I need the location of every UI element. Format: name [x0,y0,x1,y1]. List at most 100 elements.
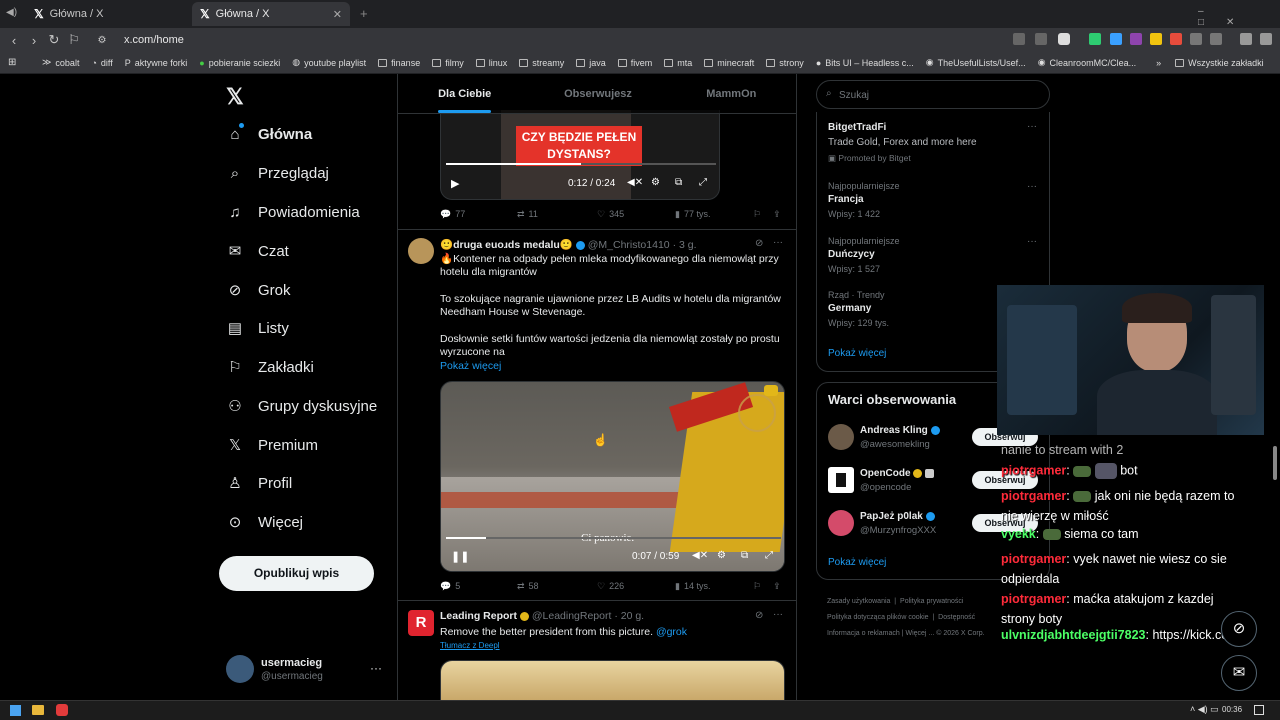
grok-icon[interactable]: ⊘ [755,610,763,621]
bookmark-page-icon[interactable]: ⚐ [64,32,84,48]
reply-button[interactable]: 💬 5 [440,581,517,592]
browser-tab-1[interactable]: 𝕏 Główna / X [26,2,190,26]
pip-icon[interactable]: ⧉ [741,550,748,561]
account-name[interactable]: PapJeż p0lak [860,511,935,522]
like-button[interactable]: ♡ 345 [597,209,675,220]
x-logo-icon[interactable]: 𝕏 [226,84,244,110]
bookmark-item[interactable]: ◔ diff [91,58,112,68]
sidebar-item-home[interactable]: ⌂ Główna [226,125,312,143]
footer-link[interactable]: Zasady użytkowania [827,598,890,605]
apps-grid-icon[interactable]: ⊞ [8,57,22,68]
translate-link[interactable]: Tłumacz z Deepl [440,641,500,650]
avatar[interactable] [408,238,434,264]
media-icon[interactable] [1240,33,1252,45]
post-image[interactable] [440,660,785,700]
pip-icon[interactable]: ⧉ [675,177,682,188]
author-handle[interactable]: @M_Christo1410 [588,239,670,251]
settings-icon[interactable]: ⚙ [651,177,660,188]
bookmark-folder[interactable]: fivem [617,58,652,68]
settings-icon[interactable]: ⚙ [717,550,726,561]
tab-for-you[interactable]: Dla Ciebie [398,74,531,113]
play-icon[interactable]: ▶ [451,177,459,190]
bookmark-folder[interactable]: minecraft [704,58,754,68]
account-name[interactable]: Andreas Kling [860,425,940,436]
footer-link[interactable]: Polityka dotycząca plików cookie [827,614,929,621]
all-bookmarks[interactable]: Wszystkie zakładki [1175,58,1264,68]
bookmark-item[interactable]: Paktywne forki [125,58,188,68]
sidebar-item-explore[interactable]: ⌕ Przeglądaj [226,164,329,182]
show-more-link[interactable]: Pokaż więcej [828,348,886,359]
extension-icon[interactable] [1110,33,1122,45]
mail-icon[interactable]: ✉ [1221,655,1257,691]
footer-link[interactable]: Polityka prywatności [900,598,963,605]
footer-link[interactable]: Dostępność [938,614,975,621]
scrollbar-thumb[interactable] [1273,446,1277,480]
fullscreen-icon[interactable]: ⤢ [765,550,773,561]
sidebar-item-bookmarks[interactable]: ⚐ Zakładki [226,358,314,377]
bookmark-folder[interactable]: linux [475,58,507,68]
author-name[interactable]: 🙂druga euoɹds medalu🙂 [440,239,573,251]
bookmark-item[interactable]: ● Bits UI – Headless c... [816,58,914,68]
extension-icon[interactable] [1013,33,1025,45]
account-name[interactable]: OpenCode [860,468,935,479]
share-icon[interactable]: ⇪ [773,581,781,592]
extension-icon[interactable] [1170,33,1182,45]
fullscreen-icon[interactable]: ⤢ [699,177,707,188]
window-controls[interactable]: –□✕ [1198,6,1280,28]
avatar[interactable] [828,424,854,450]
bookmark-item[interactable]: ◉ TheUsefulLists/Usef... [926,57,1026,68]
clock[interactable]: 00:36 [1222,705,1242,714]
show-more-link[interactable]: Pokaż więcej [828,557,886,568]
more-options-icon[interactable]: ··· [1027,121,1037,132]
shield-icon[interactable] [1058,33,1070,45]
bookmark-folder[interactable]: streamy [519,58,564,68]
avatar[interactable] [828,467,854,493]
post-button[interactable]: Opublikuj wpis [219,556,374,591]
extensions-puzzle-icon[interactable] [1190,33,1202,45]
footer-link[interactable]: Więcej ... [905,630,934,637]
folder-icon[interactable] [32,705,44,715]
mute-icon[interactable]: ◀✕ [627,177,643,188]
author-name[interactable]: Leading Report [440,610,517,622]
bookmark-folder[interactable]: mta [664,58,692,68]
sidebar-item-notifications[interactable]: ♫ Powiadomienia [226,203,359,221]
sidebar-item-grok[interactable]: ⊘ Grok [226,281,291,300]
browser-icon[interactable] [56,704,68,716]
mention-link[interactable]: @grok [656,626,687,638]
author-handle[interactable]: @LeadingReport [532,610,612,622]
views-button[interactable]: ▮ 14 tys. [675,581,753,592]
trend-title[interactable]: Francja [828,194,864,205]
repost-button[interactable]: ⇄ 11 [517,209,597,220]
bookmark-folder[interactable]: strony [766,58,804,68]
share-icon[interactable]: ⇪ [773,209,781,220]
tab-mammon[interactable]: MammOn [665,74,796,113]
pause-icon[interactable]: ❚❚ [451,550,469,563]
post-time[interactable]: 3 g. [679,239,697,251]
extension-icon[interactable] [1130,33,1142,45]
sidebar-item-communities[interactable]: ⚇ Grupy dyskusyjne [226,397,377,416]
chevron-right-icon[interactable]: » [1156,58,1161,68]
reload-icon[interactable]: ↻ [44,32,64,48]
share-icon[interactable] [1035,33,1047,45]
tray-icons[interactable]: ˄ ◀) ▭ [1190,704,1219,715]
bookmark-folder[interactable]: filmy [432,58,464,68]
grok-icon[interactable]: ⊘ [755,238,763,249]
forward-icon[interactable]: › [24,33,44,48]
more-options-icon[interactable]: ··· [1027,181,1037,192]
close-icon[interactable]: ✕ [333,8,342,21]
sidebar-item-profile[interactable]: ♙ Profil [226,474,292,493]
address-bar[interactable]: x.com/home [124,34,184,46]
bookmark-icon[interactable]: ⚐ [753,581,761,592]
avatar[interactable] [828,510,854,536]
video-progress[interactable] [446,537,781,539]
repost-button[interactable]: ⇄ 58 [517,581,597,592]
sidebar-item-chat[interactable]: ✉ Czat [226,242,289,261]
sidebar-item-lists[interactable]: ▤ Listy [226,319,289,338]
sidebar-item-premium[interactable]: 𝕏 Premium [226,436,318,455]
show-more-link[interactable]: Pokaż więcej [440,360,785,373]
sidebar-icon[interactable] [1210,33,1222,45]
video-player[interactable]: CZY BĘDZIE PEŁEN DYSTANS? ▶ 0:12 / 0:24 … [440,110,720,200]
menu-icon[interactable] [1260,33,1272,45]
extension-icon[interactable] [1089,33,1101,45]
trend-title[interactable]: Duńczycy [828,249,875,260]
